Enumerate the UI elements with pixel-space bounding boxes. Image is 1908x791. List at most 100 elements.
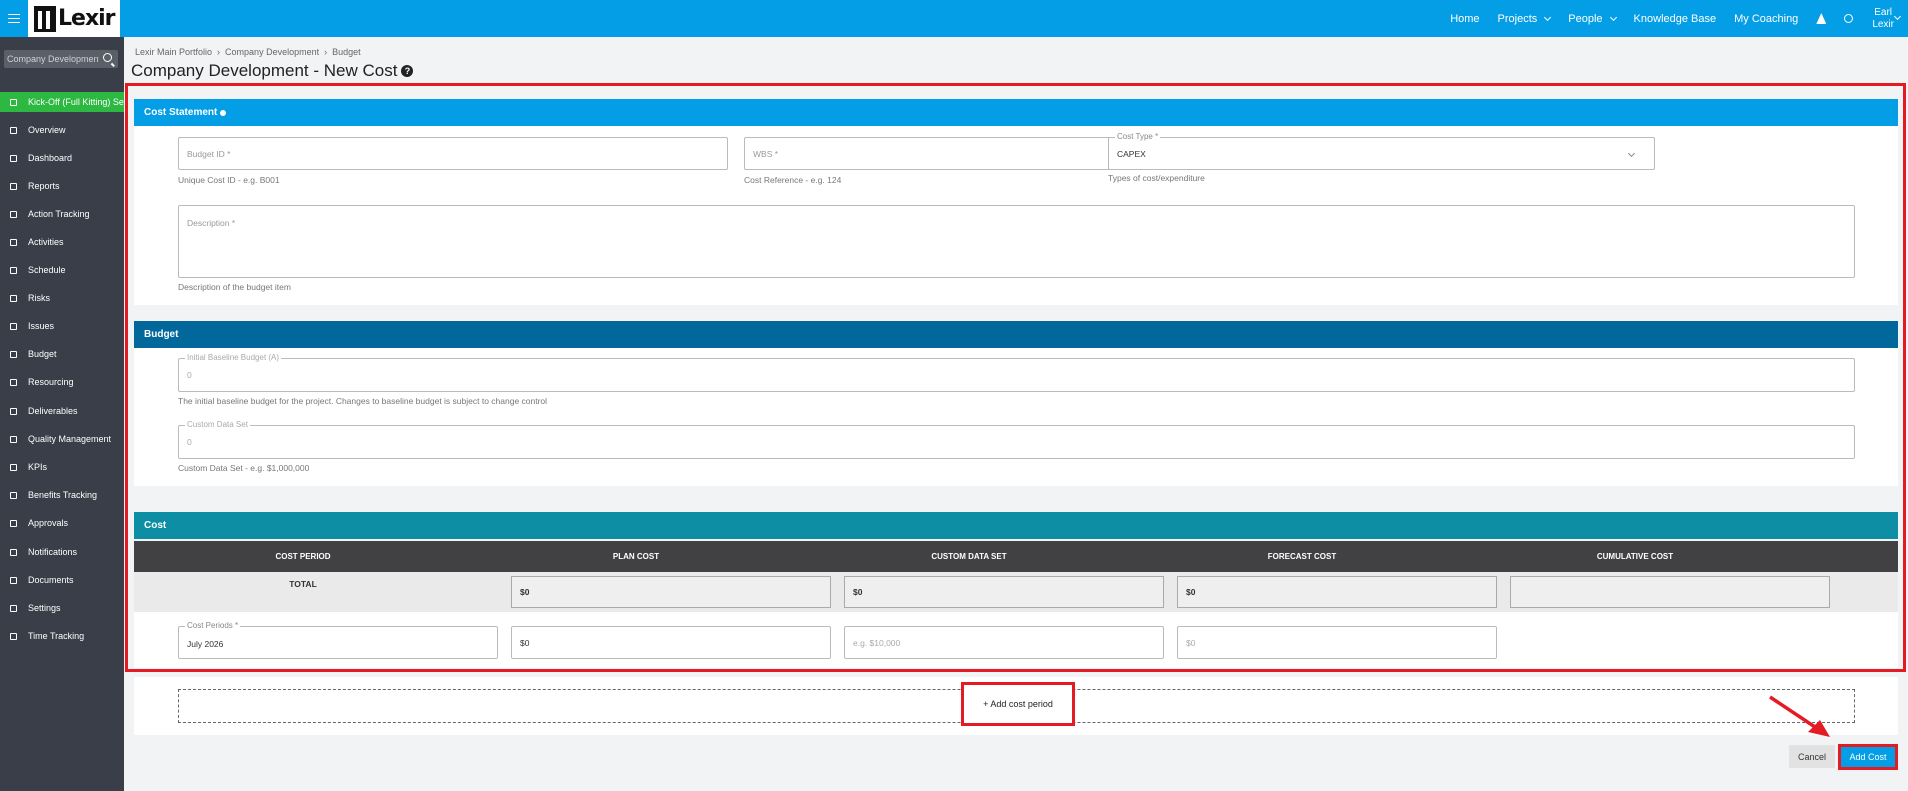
budget-id-field[interactable]: Budget ID * (178, 137, 728, 170)
cost-title: Cost (144, 520, 167, 531)
sidebar-item-quality-management[interactable]: Quality Management (0, 429, 124, 449)
budget-panel: Initial Baseline Budget (A) 0 The initia… (134, 348, 1898, 486)
custom-data-set-value: 0 (187, 437, 192, 447)
warning-icon (10, 322, 17, 330)
sidebar-item-deliverables[interactable]: Deliverables (0, 401, 124, 421)
sidebar-item-label: Deliverables (28, 406, 78, 416)
cost-period-label: Cost Periods * (185, 621, 241, 630)
cost-period-select[interactable]: Cost Periods * July 2026 (178, 621, 498, 659)
cancel-button[interactable]: Cancel (1789, 745, 1835, 768)
description-placeholder: Description * (187, 218, 236, 228)
cost-table-header: COST PERIOD PLAN COST CUSTOM DATA SET FO… (134, 541, 1898, 572)
add-cost-button[interactable]: Add Cost (1838, 744, 1898, 770)
anchor-icon (10, 463, 17, 471)
sidebar-item-label: Benefits Tracking (28, 490, 98, 500)
sidebar-item-benefits-tracking[interactable]: Benefits Tracking (0, 485, 124, 505)
sidebar-item-reports[interactable]: Reports (0, 176, 124, 196)
clock-icon (10, 632, 17, 640)
sidebar-item-dashboard[interactable]: Dashboard (0, 148, 124, 168)
building-logo-icon (34, 5, 56, 32)
sidebar-item-label: Activities (28, 237, 64, 247)
initial-baseline-budget-field[interactable]: Initial Baseline Budget (A) 0 (178, 353, 1855, 392)
sidebar-item-label: Quality Management (28, 434, 112, 444)
initial-baseline-budget-label: Initial Baseline Budget (A) (185, 353, 282, 362)
custom-data-set-hint: Custom Data Set - e.g. $1,000,000 (178, 463, 310, 473)
cost-type-select[interactable]: Cost Type * CAPEX (1108, 132, 1655, 170)
sidebar-item-label: KPIs (28, 462, 48, 472)
sidebar-item-kpis[interactable]: KPIs (0, 457, 124, 477)
custom-data-set-placeholder: e.g. $10,000 (853, 638, 901, 648)
info-icon[interactable] (220, 109, 227, 116)
language-button[interactable] (1844, 14, 1854, 23)
sidebar-item-label: Schedule (28, 265, 66, 275)
truck-icon (10, 407, 17, 415)
column-cost-period: COST PERIOD (275, 552, 331, 561)
forecast-cost-input[interactable]: $0 (1177, 626, 1497, 659)
nav-home[interactable]: Home (1450, 13, 1479, 25)
sidebar-item-schedule[interactable]: Schedule (0, 260, 124, 280)
notifications-button[interactable] (1816, 13, 1827, 24)
help-icon[interactable]: ? (401, 65, 414, 77)
sidebar-item-label: Dashboard (28, 153, 73, 163)
sidebar-item-budget[interactable]: Budget (0, 344, 124, 364)
hamburger-menu-icon[interactable] (0, 0, 28, 37)
bookmark-icon (10, 238, 17, 246)
folder-icon (10, 378, 17, 386)
cost-type-hint: Types of cost/expenditure (1108, 173, 1205, 183)
breadcrumb-portfolio[interactable]: Lexir Main Portfolio (135, 47, 212, 57)
breadcrumb-separator: › (324, 47, 328, 57)
column-plan-cost: PLAN COST (612, 552, 660, 561)
sidebar-item-settings[interactable]: Settings (0, 598, 124, 618)
custom-data-set-field[interactable]: Custom Data Set 0 (178, 420, 1855, 459)
custom-data-set-input[interactable]: e.g. $10,000 (844, 626, 1164, 659)
page-title-text: Company Development - New Cost (131, 61, 398, 80)
top-nav: Home Projects People Knowledge Base My C… (1441, 0, 1908, 37)
initial-baseline-budget-value: 0 (187, 370, 192, 380)
nav-my-coaching[interactable]: My Coaching (1734, 13, 1798, 25)
sidebar-item-label: Budget (28, 349, 57, 359)
description-textarea[interactable]: Description * (178, 205, 1855, 278)
list-icon (10, 126, 17, 134)
sidebar-item-time-tracking[interactable]: Time Tracking (0, 626, 124, 646)
chevron-down-icon (1627, 149, 1636, 158)
search-icon[interactable] (103, 53, 112, 62)
nav-knowledge-base[interactable]: Knowledge Base (1634, 13, 1717, 25)
sidebar-item-label: Notifications (28, 547, 78, 557)
nav-people[interactable]: People (1568, 12, 1617, 25)
user-menu[interactable]: Earl Lexir (1872, 7, 1894, 31)
cost-type-label: Cost Type * (1115, 132, 1161, 141)
annotation-arrow-icon (1769, 695, 1830, 737)
plan-cost-input[interactable]: $0 (511, 626, 831, 659)
total-plan-cost: $0 (511, 576, 831, 608)
nav-people-label: People (1568, 12, 1603, 25)
sidebar-item-overview[interactable]: Overview (0, 120, 124, 140)
sidebar-item-label: Issues (28, 321, 55, 331)
chevron-down-icon[interactable] (1893, 12, 1902, 21)
nav-projects[interactable]: Projects (1498, 13, 1552, 25)
sidebar-item-label: Kick-Off (Full Kitting) Setup (28, 97, 124, 107)
sidebar-item-label: Approvals (28, 518, 69, 528)
sidebar-item-issues[interactable]: Issues (0, 316, 124, 336)
app-logo[interactable]: Lexir (28, 0, 120, 37)
sidebar-item-activities[interactable]: Activities (0, 232, 124, 252)
sidebar-item-approvals[interactable]: Approvals (0, 513, 124, 533)
page-title: Company Development - New Cost? (131, 61, 414, 81)
sidebar-item-risks[interactable]: Risks (0, 288, 124, 308)
breadcrumb-project[interactable]: Company Development (225, 47, 319, 57)
sidebar-item-kickoff[interactable]: Kick-Off (Full Kitting) Setup (0, 92, 124, 112)
column-custom-data-set: CUSTOM DATA SET (931, 552, 1007, 561)
sidebar-item-notifications[interactable]: Notifications (0, 542, 124, 562)
check-circle-icon (10, 519, 17, 527)
bell-icon (10, 548, 17, 556)
breadcrumb-budget[interactable]: Budget (332, 47, 361, 57)
project-search-input[interactable] (7, 54, 99, 64)
sidebar-item-documents[interactable]: Documents (0, 570, 124, 590)
column-forecast-cost: FORECAST COST (1267, 552, 1337, 561)
sidebar-item-action-tracking[interactable]: Action Tracking (0, 204, 124, 224)
sidebar-item-resourcing[interactable]: Resourcing (0, 372, 124, 392)
budget-id-hint: Unique Cost ID - e.g. B001 (178, 175, 280, 185)
add-cost-period-button[interactable]: + Add cost period (961, 682, 1075, 726)
project-search[interactable] (4, 50, 118, 68)
top-bar: Lexir Home Projects People Knowledge Bas… (0, 0, 1908, 37)
user-first-name: Earl (1874, 6, 1893, 18)
